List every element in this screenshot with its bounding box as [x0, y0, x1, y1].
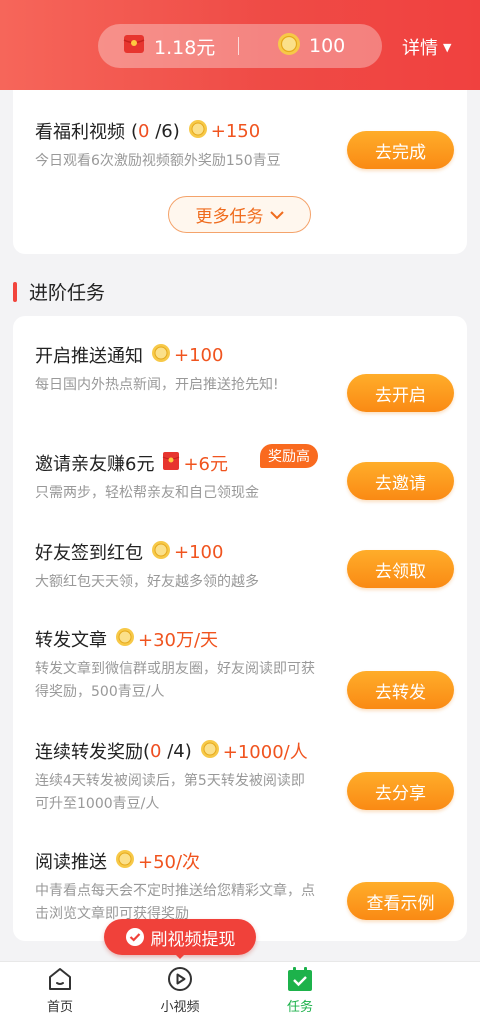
check-bubble-icon — [125, 928, 144, 946]
task-title-text: 转发文章 — [35, 630, 107, 651]
float-button-tail — [174, 953, 186, 959]
task-description: 今日观看6次激励视频额外奖励150青豆 — [35, 153, 281, 169]
share-article-button[interactable]: 去转发 — [347, 671, 454, 709]
coin-icon — [115, 627, 135, 652]
task-description: 转发文章到微信群或朋友圈，好友阅读即可获得奖励，500青豆/人 — [35, 661, 315, 700]
task-progress: (0 /6) — [131, 121, 180, 142]
task-reward: +6元 — [162, 450, 228, 476]
task-reward: +1000/人 — [200, 738, 308, 764]
task-reward: +100 — [151, 540, 223, 565]
reward-amount: +100 — [174, 344, 224, 366]
caret-down-icon: ▼ — [443, 40, 452, 54]
task-title: 好友签到红包 +100 — [35, 539, 223, 565]
task-title-text: 阅读推送 — [35, 852, 107, 873]
task-reward: +50/次 — [115, 848, 200, 874]
task-title: 邀请亲友赚6元 +6元 — [35, 450, 228, 476]
coin-icon — [151, 343, 171, 368]
coin-value: 100 — [309, 35, 346, 57]
complete-button[interactable]: 去完成 — [347, 131, 454, 169]
high-reward-badge: 奖励高 — [260, 444, 318, 468]
coin-icon — [115, 849, 135, 874]
tab-short-video-label: 小视频 — [160, 1000, 200, 1015]
claim-button[interactable]: 去领取 — [347, 550, 454, 588]
task-reward: +150 — [188, 119, 260, 144]
task-description: 连续4天转发被阅读后，第5天转发被阅读即可升至1000青豆/人 — [35, 773, 305, 812]
cash-balance[interactable]: 1.18元 — [98, 24, 238, 68]
red-packet-icon — [162, 451, 180, 476]
section-title: 进阶任务 — [29, 282, 106, 304]
enable-push-button[interactable]: 去开启 — [347, 374, 454, 412]
tab-short-video[interactable]: 小视频 — [130, 966, 230, 1018]
reward-amount: +6元 — [183, 454, 228, 475]
play-icon — [168, 967, 192, 991]
red-packet-icon — [122, 32, 146, 60]
details-label: 详情 — [402, 38, 438, 59]
more-tasks-label: 更多任务 — [195, 207, 264, 227]
task-title-text: 连续转发奖励 — [35, 742, 143, 763]
task-title: 连续转发奖励 (0 /4) +1000/人 — [35, 738, 308, 764]
reward-amount: +50/次 — [138, 852, 201, 873]
tab-tasks[interactable]: 任务 — [250, 966, 350, 1018]
reward-amount: +150 — [210, 120, 261, 142]
task-description: 只需两步，轻松帮亲友和自己领现金 — [35, 485, 259, 501]
more-tasks-button[interactable]: 更多任务 — [168, 196, 311, 233]
section-header: 进阶任务 — [13, 278, 105, 305]
progress-done: 0 — [138, 120, 150, 142]
bottom-tab-bar: 首页 小视频 任务 — [0, 961, 480, 1021]
home-icon — [49, 968, 71, 990]
task-progress: (0 /4) — [143, 741, 192, 762]
progress-done: 0 — [150, 740, 162, 762]
progress-open: ( — [143, 740, 151, 762]
header: 1.18元 100 详情 ▼ — [0, 0, 480, 90]
task-reward: +30万/天 — [115, 626, 218, 652]
task-title: 转发文章 +30万/天 — [35, 626, 218, 652]
reward-amount: +100 — [174, 541, 224, 563]
coin-icon — [188, 119, 208, 144]
task-description: 大额红包天天领，好友越多领的越多 — [35, 574, 259, 590]
cash-value: 1.18元 — [154, 36, 216, 59]
reward-amount: +30万/天 — [138, 630, 219, 651]
task-check-icon — [288, 967, 312, 991]
details-button[interactable]: 详情 ▼ — [402, 34, 451, 60]
coin-icon — [200, 739, 220, 764]
tab-home-label: 首页 — [46, 1000, 73, 1015]
task-title: 开启推送通知 +100 — [35, 342, 223, 368]
coin-icon — [151, 540, 171, 565]
tab-home[interactable]: 首页 — [10, 966, 110, 1018]
task-title-text: 开启推送通知 — [35, 346, 143, 367]
advanced-tasks-card: 开启推送通知 +100 每日国内外热点新闻，开启推送抢先知! 去开启 邀请亲友赚… — [13, 316, 467, 941]
coin-icon — [277, 32, 301, 60]
task-title-text: 看福利视频 — [35, 122, 125, 143]
daily-task-card: 看福利视频 (0 /6) +150 今日观看6次激励视频额外奖励150青豆 去完… — [13, 90, 467, 254]
section-accent-bar — [13, 281, 17, 302]
chevron-down-icon — [269, 210, 284, 219]
task-title: 阅读推送 +50/次 — [35, 848, 200, 874]
view-example-button[interactable]: 查看示例 — [347, 882, 454, 920]
tab-tasks-label: 任务 — [286, 1000, 313, 1015]
invite-button[interactable]: 去邀请 — [347, 462, 454, 500]
progress-open: ( — [131, 120, 139, 142]
video-withdraw-button[interactable]: 刷视频提现 — [104, 919, 256, 955]
task-description: 每日国内外热点新闻，开启推送抢先知! — [35, 377, 279, 393]
task-title-text: 好友签到红包 — [35, 543, 143, 564]
task-title-text: 邀请亲友赚6元 — [35, 454, 155, 475]
video-withdraw-label: 刷视频提现 — [150, 929, 236, 950]
progress-rest: /6) — [149, 120, 180, 142]
task-reward: +100 — [151, 343, 223, 368]
balance-pill[interactable]: 1.18元 100 — [98, 24, 382, 68]
share-button[interactable]: 去分享 — [347, 772, 454, 810]
reward-amount: +1000/人 — [222, 742, 308, 763]
task-title: 看福利视频 (0 /6) +150 — [35, 118, 260, 144]
coin-balance[interactable]: 100 — [239, 24, 382, 68]
progress-rest: /4) — [161, 740, 192, 762]
